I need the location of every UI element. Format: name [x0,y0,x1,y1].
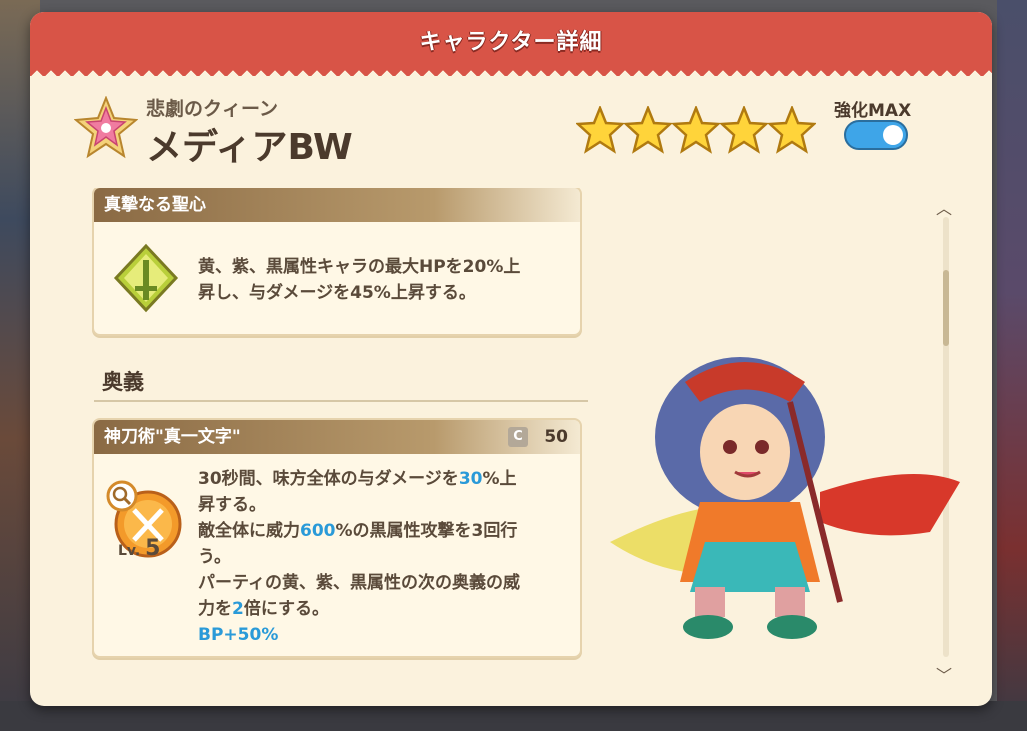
level-value: 5 [145,536,161,561]
ougi-line: 敵全体に威力600%の黒属性攻撃を3回行 [198,518,520,544]
cost-badge: C [508,427,528,447]
max-enhance-toggle[interactable] [844,120,908,150]
star-icon [768,106,816,154]
ougi-line: パーティの黄、紫、黒属性の次の奥義の威 [198,573,520,593]
rank-star-badge-icon [74,96,138,159]
cost-value: 50 [544,427,568,447]
character-name: メディアBW [146,127,353,168]
star-icon [720,106,768,154]
ougi-section-title: 奥義 [102,370,144,394]
rarity-stars [576,106,816,154]
background-right [997,0,1027,731]
section-divider [94,400,588,402]
max-enhance-label: 強化MAX [834,101,912,121]
star-icon [576,106,624,154]
level-label: Lv. [118,543,141,559]
star-icon [672,106,720,154]
ougi-line: 力を2倍にする。 [198,596,520,622]
ougi-bp-line: BP+50% [198,625,279,645]
ougi-line: う。 [198,547,231,567]
skill-level: Lv. 5 [118,536,160,561]
scroll-down-icon[interactable]: ﹀ [936,662,952,686]
title-bar: キャラクター詳細 [30,12,992,76]
sword-emblem-icon [113,243,179,313]
ougi-line: 30秒間、味方全体の与ダメージを30%上 [198,466,520,492]
character-detail-dialog: キャラクター詳細 悲劇のクィーン メディアBW 強化MAX 真摯なる聖心 黄、紫… [30,12,992,706]
text-span: %の黒属性攻撃を3回行 [335,521,518,541]
ougi-description: 30秒間、味方全体の与ダメージを30%上 昇する。 敵全体に威力600%の黒属性… [198,466,520,648]
text-span: 力を [198,599,232,619]
ability-line: 昇し、与ダメージを45%上昇する。 [198,283,476,303]
character-subtitle: 悲劇のクィーン [146,98,279,120]
ability-description: 黄、紫、黒属性キャラの最大HPを20%上 昇し、与ダメージを45%上昇する。 [198,254,520,306]
highlight-value: 2 [232,599,244,619]
toggle-knob [883,125,903,145]
ability-header: 真摯なる聖心 [94,188,580,222]
crossed-swords-icon[interactable] [104,470,184,580]
text-span: 30秒間、味方全体の与ダメージを [198,469,459,489]
ougi-skill-name: 神刀術"真一文字" [104,427,241,447]
detail-scroll-area[interactable]: 真摯なる聖心 黄、紫、黒属性キャラの最大HPを20%上 昇し、与ダメージを45%… [88,188,608,688]
text-span: %上 [482,469,517,489]
ougi-card: 神刀術"真一文字" C 50 Lv. 5 30秒間、味方全体の与ダメージを30%… [92,418,582,658]
scroll-up-icon[interactable]: ︿ [936,195,952,219]
scrollbar-thumb[interactable] [943,270,949,346]
character-illustration [610,357,960,639]
ougi-header: 神刀術"真一文字" C 50 [94,420,580,454]
text-span: 敵全体に威力 [198,521,300,541]
ability-line: 黄、紫、黒属性キャラの最大HPを20%上 [198,257,521,277]
dialog-title: キャラクター詳細 [419,30,603,55]
ougi-line: 昇する。 [198,495,266,515]
text-span: 倍にする。 [243,599,330,619]
highlight-value: 600 [300,521,336,541]
highlight-value: 30 [458,469,483,489]
star-icon [624,106,672,154]
ability-card: 真摯なる聖心 黄、紫、黒属性キャラの最大HPを20%上 昇し、与ダメージを45%… [92,188,582,336]
